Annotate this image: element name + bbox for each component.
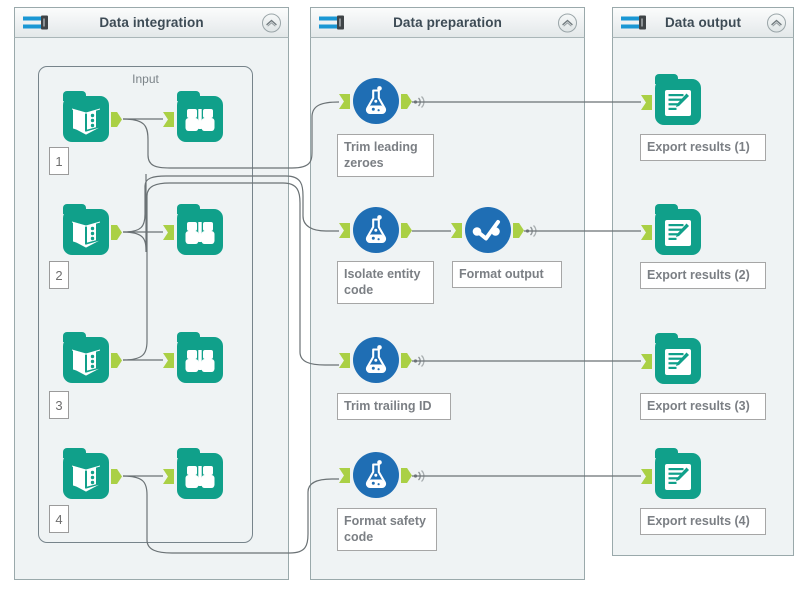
signal-icon	[413, 94, 429, 110]
book-reader-icon	[63, 204, 109, 255]
panel-title: Data preparation	[393, 15, 502, 30]
export-document-icon	[655, 333, 701, 384]
panel-header-data-preparation[interactable]: Data preparation	[310, 7, 585, 38]
row-badge: 4	[49, 505, 69, 533]
book-reader-icon	[63, 91, 109, 142]
formula-check-icon	[465, 207, 511, 253]
panel-header-data-output[interactable]: Data output	[612, 7, 794, 38]
node-label: Export results (1)	[640, 134, 766, 161]
book-reader-icon	[63, 448, 109, 499]
workflow-canvas: Data integration Input 1 2 3 4 Data prep…	[0, 0, 806, 590]
node-label: Export results (2)	[640, 262, 766, 289]
chevron-up-icon[interactable]	[262, 13, 281, 32]
row-badge: 3	[49, 391, 69, 419]
group-label: Input	[132, 72, 159, 86]
book-reader-icon	[63, 332, 109, 383]
row-badge: 2	[49, 261, 69, 289]
chevron-up-icon[interactable]	[558, 13, 577, 32]
chevron-up-icon[interactable]	[767, 13, 786, 32]
binoculars-icon	[177, 91, 223, 142]
signal-icon	[413, 353, 429, 369]
export-document-icon	[655, 448, 701, 499]
row-badge: 1	[49, 147, 69, 175]
flask-icon	[353, 452, 399, 498]
export-document-icon	[655, 204, 701, 255]
node-label: Export results (4)	[640, 508, 766, 535]
node-label: Format safety code	[337, 508, 437, 551]
panel-title: Data output	[664, 15, 742, 30]
flask-icon	[353, 337, 399, 383]
flask-icon	[353, 78, 399, 124]
binoculars-icon	[177, 448, 223, 499]
export-document-icon	[655, 74, 701, 125]
flask-icon	[353, 207, 399, 253]
binoculars-icon	[177, 204, 223, 255]
panel-bars-icon	[23, 15, 49, 30]
panel-title: Data integration	[99, 15, 204, 30]
panel-body-data-output	[613, 38, 793, 554]
node-label: Isolate entity code	[337, 261, 434, 304]
node-label: Format output	[452, 261, 562, 288]
node-label: Export results (3)	[640, 393, 766, 420]
panel-header-data-integration[interactable]: Data integration	[14, 7, 289, 38]
node-label: Trim trailing ID	[337, 393, 451, 420]
signal-icon	[525, 223, 541, 239]
panel-body-data-preparation	[311, 38, 584, 578]
panel-bars-icon	[319, 15, 345, 30]
node-label: Trim leading zeroes	[337, 134, 434, 177]
signal-icon	[413, 468, 429, 484]
panel-bars-icon	[621, 15, 647, 30]
binoculars-icon	[177, 332, 223, 383]
